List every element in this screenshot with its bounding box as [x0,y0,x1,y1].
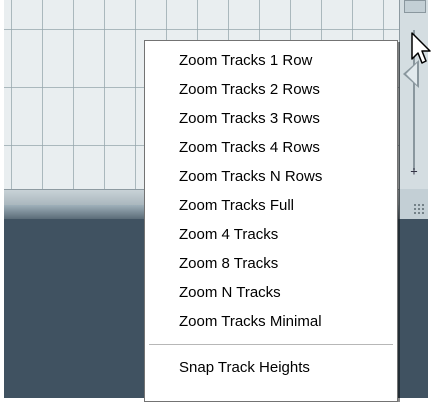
menu-item-zoom-4-tracks[interactable]: Zoom 4 Tracks [145,220,397,249]
zoom-in-icon[interactable]: + [408,164,420,178]
menu-item-zoom-n-tracks[interactable]: Zoom N Tracks [145,278,397,307]
menu-item-zoom-tracks-4-rows[interactable]: Zoom Tracks 4 Rows [145,133,397,162]
menu-item-zoom-tracks-minimal[interactable]: Zoom Tracks Minimal [145,307,397,336]
resize-grip-icon[interactable] [399,189,428,219]
arrow-pointer-icon [411,32,431,64]
zoom-context-menu: Zoom Tracks 1 Row Zoom Tracks 2 Rows Zoo… [144,40,398,402]
menu-item-snap-track-heights[interactable]: Snap Track Heights [145,353,397,382]
menu-item-zoom-tracks-2-rows[interactable]: Zoom Tracks 2 Rows [145,75,397,104]
menu-item-zoom-tracks-3-rows[interactable]: Zoom Tracks 3 Rows [145,104,397,133]
menu-item-zoom-8-tracks[interactable]: Zoom 8 Tracks [145,249,397,278]
menu-item-zoom-tracks-full[interactable]: Zoom Tracks Full [145,191,397,220]
vertical-zoom-menu-button[interactable] [404,0,426,13]
menu-separator [149,344,393,345]
menu-item-zoom-tracks-n-rows[interactable]: Zoom Tracks N Rows [145,162,397,191]
menu-item-zoom-tracks-1-row[interactable]: Zoom Tracks 1 Row [145,46,397,75]
